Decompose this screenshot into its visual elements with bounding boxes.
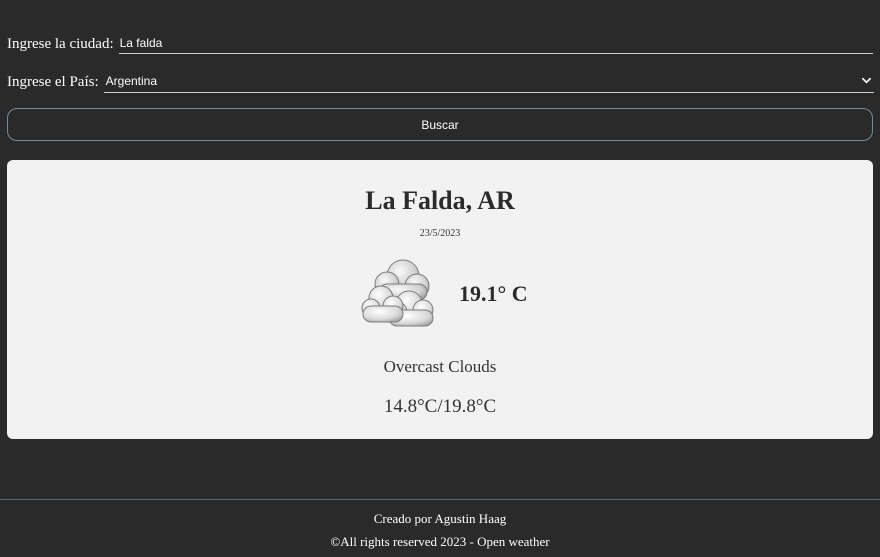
search-button[interactable]: Buscar: [7, 108, 873, 141]
weather-description: Overcast Clouds: [383, 357, 497, 376]
weather-date: 23/5/2023: [419, 228, 461, 239]
city-label: Ingrese la ciudad:: [7, 35, 114, 52]
country-row: Ingrese el País: Argentina: [7, 71, 874, 93]
overcast-clouds-icon: [361, 259, 434, 327]
city-title: La Falda, AR: [365, 186, 515, 215]
country-select[interactable]: Argentina: [103, 71, 874, 93]
min-max-temperature: 14.8°C/19.8°C: [383, 396, 497, 417]
weather-app-page: Ingrese la ciudad: Ingrese el País: Arge…: [0, 0, 880, 557]
footer-rights: ©All rights reserved 2023 - Open weather: [330, 534, 550, 549]
country-label: Ingrese el País:: [7, 73, 99, 90]
weather-main: 19.1° C: [359, 256, 528, 332]
country-select-value: Argentina: [105, 74, 158, 88]
city-row: Ingrese la ciudad:: [7, 34, 873, 54]
temperature: 19.1° C: [459, 281, 528, 306]
weather-card: La Falda, AR 23/5/2023 19.1° C Overcast …: [7, 160, 873, 439]
chevron-down-icon: [861, 77, 871, 84]
footer: Creado por Agustin Haag ©All rights rese…: [0, 499, 880, 557]
city-input[interactable]: [118, 34, 873, 54]
footer-credit: Creado por Agustin Haag: [373, 511, 507, 526]
